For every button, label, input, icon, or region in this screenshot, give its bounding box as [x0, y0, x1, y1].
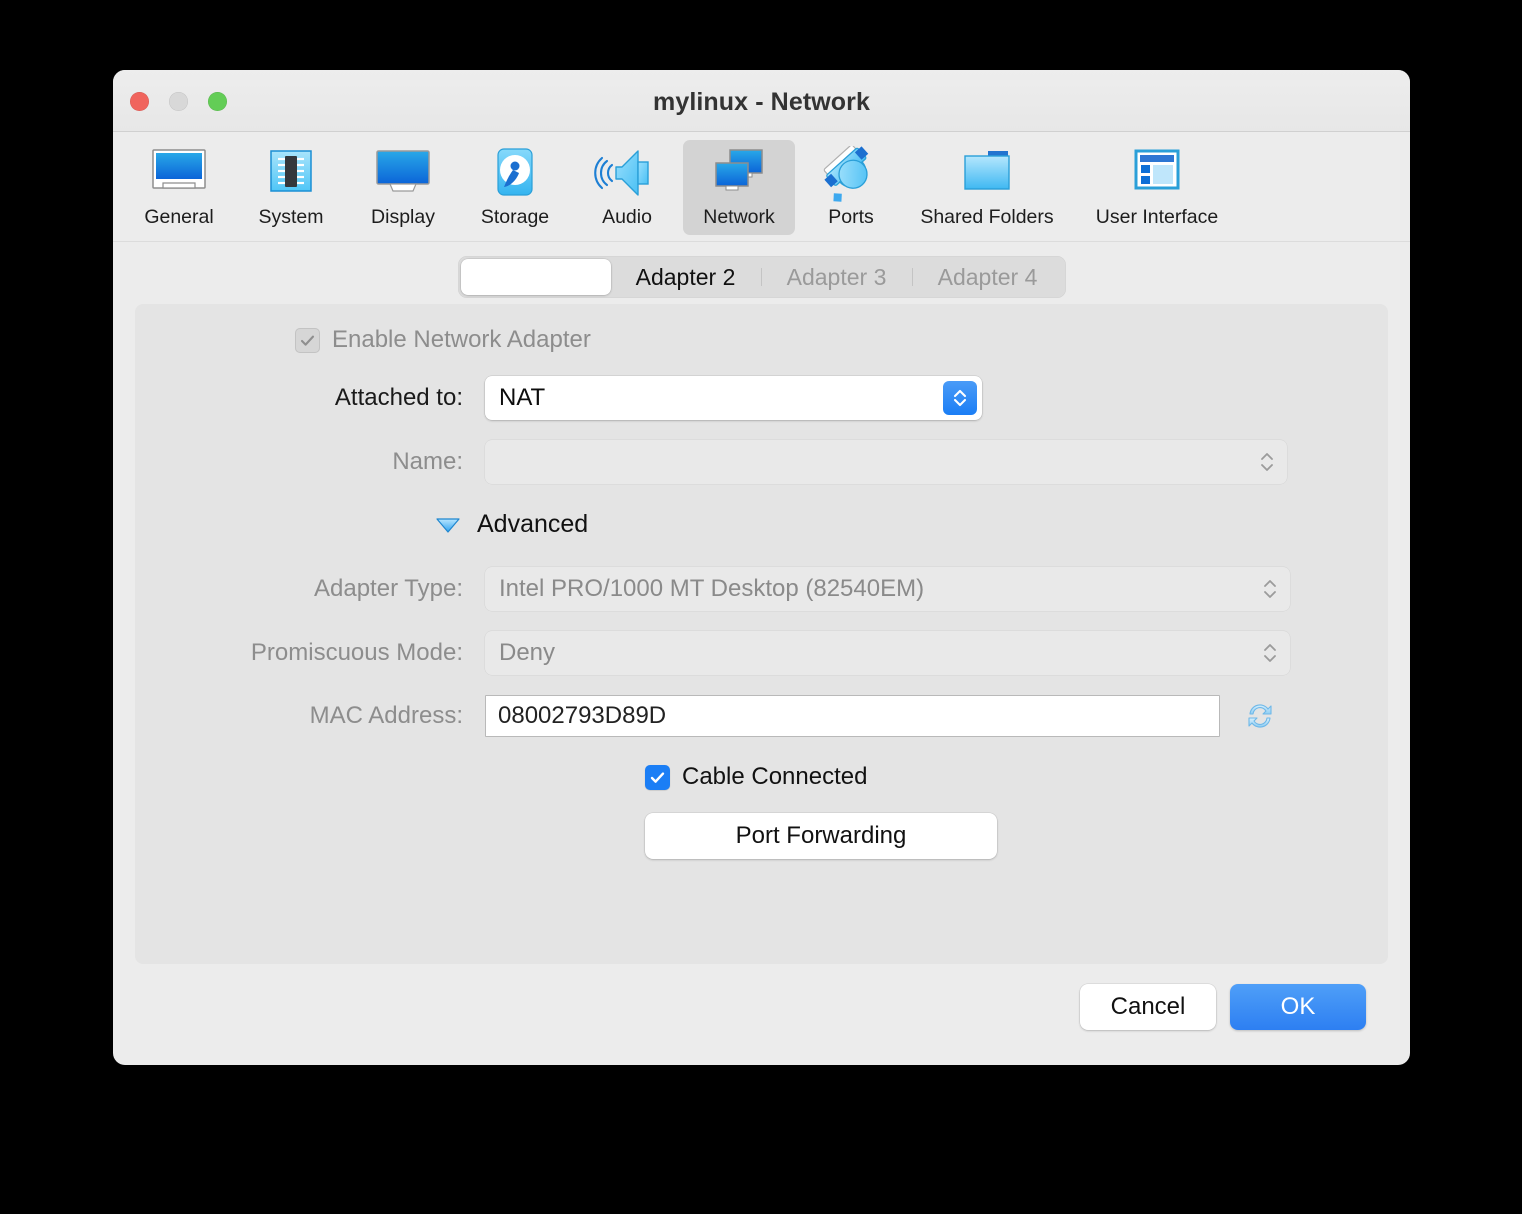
adapter-tab-group: Adapter 2 Adapter 3 Adapter 4: [457, 256, 1066, 298]
adapter-type-row: Adapter Type: Intel PRO/1000 MT Desktop …: [135, 567, 1388, 611]
port-forwarding-button[interactable]: Port Forwarding: [645, 813, 997, 859]
chevron-updown-icon: [1259, 449, 1275, 475]
toolbar-item-display[interactable]: Display: [347, 140, 459, 235]
attached-to-value: NAT: [499, 384, 546, 411]
port-forwarding-row: Port Forwarding: [135, 813, 1388, 859]
window-titlebar: mylinux - Network: [113, 70, 1410, 132]
tab-adapter-4-label: Adapter 4: [937, 263, 1038, 290]
toolbar-item-user-interface[interactable]: User Interface: [1067, 140, 1247, 235]
mac-address-row: MAC Address: 08002793D89D: [135, 695, 1388, 737]
toolbar-label-audio: Audio: [602, 206, 652, 228]
toolbar-label-ports: Ports: [828, 206, 874, 228]
toolbar-label-general: General: [144, 206, 214, 228]
cancel-button[interactable]: Cancel: [1080, 984, 1216, 1030]
dialog-footer: Cancel OK: [135, 964, 1388, 1030]
chevron-updown-icon: [1262, 640, 1278, 666]
toolbar-label-storage: Storage: [480, 206, 550, 228]
window-title: mylinux - Network: [652, 88, 871, 116]
mac-address-value: 08002793D89D: [498, 702, 667, 729]
toolbar-item-storage[interactable]: Storage: [459, 140, 571, 235]
enable-adapter-label: Enable Network Adapter: [332, 326, 591, 353]
toolbar-item-system[interactable]: System: [235, 140, 347, 235]
tab-adapter-3-label: Adapter 3: [786, 263, 887, 290]
cable-connected-row: Cable Connected: [135, 763, 1388, 791]
settings-content: Adapter 2 Adapter 3 Adapter 4 Enable Net…: [113, 242, 1410, 1030]
chip-icon: [256, 146, 326, 202]
adapter-type-value: Intel PRO/1000 MT Desktop (82540EM): [499, 575, 925, 602]
window-layout-icon: [1122, 146, 1192, 202]
promiscuous-mode-select: Deny: [485, 631, 1290, 675]
promiscuous-mode-value: Deny: [499, 639, 556, 666]
settings-window: mylinux - Network General System Display…: [113, 70, 1410, 1065]
toolbar-label-display: Display: [371, 206, 435, 228]
folder-icon: [952, 146, 1022, 202]
adapter-type-label: Adapter Type:: [314, 575, 463, 602]
settings-toolbar: General System Display Storage Audio Net…: [113, 132, 1410, 242]
monitor-icon: [144, 146, 214, 202]
network-name-row: Name:: [135, 440, 1388, 484]
toolbar-label-system: System: [258, 206, 324, 228]
tab-adapter-2-label: Adapter 2: [635, 263, 736, 290]
harddisk-icon: [480, 146, 550, 202]
ok-label: OK: [1280, 993, 1316, 1020]
display-icon: [368, 146, 438, 202]
ok-button[interactable]: OK: [1230, 984, 1366, 1030]
toolbar-item-network[interactable]: Network: [683, 140, 795, 235]
serial-port-icon: [816, 146, 886, 202]
chevron-updown-icon[interactable]: [943, 381, 977, 415]
adapter-settings-panel: Enable Network Adapter Attached to: NAT: [135, 304, 1388, 964]
tab-adapter-1[interactable]: [460, 259, 611, 295]
toolbar-label-shared-folders: Shared Folders: [920, 206, 1054, 228]
refresh-mac-icon[interactable]: [1242, 698, 1278, 734]
cable-connected-label: Cable Connected: [682, 763, 868, 790]
tab-adapter-4[interactable]: Adapter 4: [913, 259, 1063, 295]
attached-to-select[interactable]: NAT: [485, 376, 982, 420]
toolbar-label-user-interface: User Interface: [1095, 206, 1219, 228]
network-name-select: [485, 440, 1287, 484]
attached-to-row: Attached to: NAT: [135, 376, 1388, 420]
toolbar-item-general[interactable]: General: [123, 140, 235, 235]
adapter-tabs: Adapter 2 Adapter 3 Adapter 4: [135, 256, 1388, 298]
toolbar-item-ports[interactable]: Ports: [795, 140, 907, 235]
network-name-label: Name:: [392, 448, 463, 475]
cancel-label: Cancel: [1110, 993, 1186, 1020]
enable-adapter-row: Enable Network Adapter: [135, 326, 1388, 354]
port-forwarding-label: Port Forwarding: [735, 822, 907, 849]
mac-address-input[interactable]: 08002793D89D: [485, 695, 1220, 737]
promiscuous-mode-label: Promiscuous Mode:: [250, 639, 463, 666]
tab-adapter-2[interactable]: Adapter 2: [611, 259, 761, 295]
advanced-label: Advanced: [477, 510, 589, 538]
adapter-type-select: Intel PRO/1000 MT Desktop (82540EM): [485, 567, 1290, 611]
advanced-disclosure-row[interactable]: Advanced: [135, 510, 1388, 539]
mac-address-label: MAC Address:: [309, 702, 463, 729]
tab-adapter-3[interactable]: Adapter 3: [762, 259, 912, 295]
toolbar-label-network: Network: [703, 206, 775, 228]
toolbar-item-shared-folders[interactable]: Shared Folders: [907, 140, 1067, 235]
toolbar-item-audio[interactable]: Audio: [571, 140, 683, 235]
cable-connected-checkbox[interactable]: [645, 764, 670, 790]
disclosure-triangle-down-icon[interactable]: [435, 515, 461, 535]
enable-adapter-checkbox: [295, 327, 320, 353]
network-icon: [704, 146, 774, 202]
attached-to-label: Attached to:: [334, 384, 463, 411]
promiscuous-mode-row: Promiscuous Mode: Deny: [135, 631, 1388, 675]
speaker-icon: [592, 146, 662, 202]
chevron-updown-icon: [1262, 576, 1278, 602]
